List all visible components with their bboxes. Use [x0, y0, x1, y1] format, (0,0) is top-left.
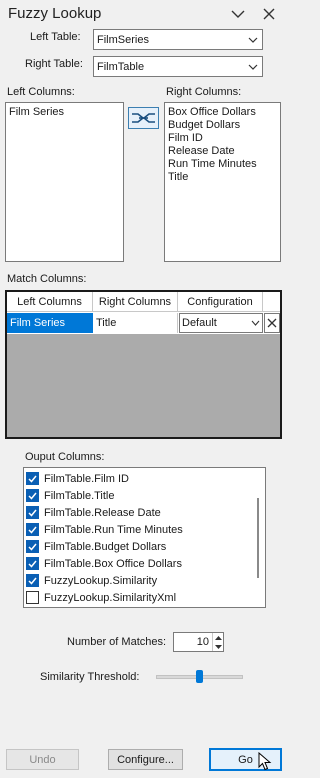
chevron-down-icon — [244, 30, 262, 49]
mouse-cursor-icon — [258, 752, 272, 771]
link-icon — [132, 113, 155, 123]
right-columns-list[interactable]: Box Office Dollars Budget Dollars Film I… — [164, 102, 281, 262]
right-columns-label: Right Columns: — [166, 86, 242, 98]
output-column-item[interactable]: FilmTable.Film ID — [26, 470, 265, 487]
output-column-item[interactable]: FilmTable.Budget Dollars — [26, 538, 265, 555]
close-icon[interactable] — [259, 4, 279, 24]
undo-button[interactable]: Undo — [6, 749, 79, 770]
left-columns-list[interactable]: Film Series — [5, 102, 124, 262]
list-item[interactable]: Budget Dollars — [168, 119, 277, 132]
chevron-down-icon[interactable] — [228, 4, 248, 24]
list-item[interactable]: Film ID — [168, 132, 277, 145]
match-columns-label: Match Columns: — [7, 273, 87, 285]
checkbox[interactable] — [26, 540, 39, 553]
output-column-label: FilmTable.Title — [44, 489, 115, 502]
link-columns-button[interactable] — [128, 107, 159, 129]
grid-empty-area — [7, 334, 280, 437]
grid-header-configuration[interactable]: Configuration — [178, 292, 263, 312]
left-table-select[interactable]: FilmSeries — [93, 29, 263, 50]
output-column-item[interactable]: FilmTable.Run Time Minutes — [26, 521, 265, 538]
checkbox[interactable] — [26, 489, 39, 502]
output-column-item[interactable]: FilmTable.Box Office Dollars — [26, 555, 265, 572]
slider-thumb[interactable] — [196, 670, 203, 683]
spin-down-icon[interactable] — [214, 644, 222, 649]
number-of-matches-label: Number of Matches: — [67, 636, 167, 648]
output-column-label: FuzzyLookup.Similarity — [44, 574, 158, 587]
checkbox[interactable] — [26, 557, 39, 570]
output-columns-label: Ouput Columns: — [25, 451, 105, 463]
checkbox[interactable] — [26, 591, 39, 604]
output-column-item[interactable]: FuzzyLookup.Similarity — [26, 572, 265, 589]
grid-header-right-columns[interactable]: Right Columns — [93, 292, 178, 312]
right-table-value: FilmTable — [97, 60, 145, 73]
checkbox[interactable] — [26, 506, 39, 519]
output-column-label: FilmTable.Box Office Dollars — [44, 557, 182, 570]
output-column-item[interactable]: FuzzyLookup.SimilarityXml — [26, 589, 265, 606]
right-table-label: Right Table: — [25, 58, 83, 70]
output-column-item[interactable]: FilmTable.Release Date — [26, 504, 265, 521]
similarity-threshold-label: Similarity Threshold: — [40, 671, 140, 683]
output-column-label: FilmTable.Budget Dollars — [44, 540, 167, 553]
list-item[interactable]: Title — [168, 171, 277, 184]
list-item[interactable]: Run Time Minutes — [168, 158, 277, 171]
grid-cell-right[interactable]: Title — [93, 313, 178, 333]
left-columns-label: Left Columns: — [7, 86, 75, 98]
grid-header-spacer — [263, 292, 280, 312]
match-columns-grid[interactable]: Left Columns Right Columns Configuration… — [5, 290, 282, 439]
spin-up-icon[interactable] — [214, 635, 222, 640]
output-column-label: FuzzyLookup.SimilarityXml — [44, 591, 177, 604]
configure-button[interactable]: Configure... — [108, 749, 183, 770]
output-column-label: FilmTable.Run Time Minutes — [44, 523, 183, 536]
checkbox[interactable] — [26, 574, 39, 587]
output-column-item[interactable]: FilmTable.Title — [26, 487, 265, 504]
left-table-label: Left Table: — [30, 31, 81, 43]
output-column-label: FilmTable.Film ID — [44, 472, 129, 485]
output-column-label: FilmTable.Release Date — [44, 506, 161, 519]
delete-row-button[interactable] — [264, 313, 280, 333]
configuration-value: Default — [182, 317, 217, 329]
right-table-select[interactable]: FilmTable — [93, 56, 263, 77]
list-item[interactable]: Release Date — [168, 145, 277, 158]
grid-header-left-columns[interactable]: Left Columns — [7, 292, 93, 312]
list-item[interactable]: Film Series — [9, 106, 120, 119]
checkbox[interactable] — [26, 523, 39, 536]
chevron-down-icon — [244, 57, 262, 76]
delete-icon — [267, 318, 277, 328]
output-columns-scrollbar[interactable] — [257, 498, 259, 578]
configuration-select[interactable]: Default — [179, 313, 263, 333]
number-of-matches-stepper[interactable]: 10 — [173, 632, 224, 652]
panel-title: Fuzzy Lookup — [8, 5, 102, 22]
list-item[interactable]: Box Office Dollars — [168, 106, 277, 119]
chevron-down-icon — [248, 320, 262, 326]
checkbox[interactable] — [26, 472, 39, 485]
number-of-matches-value[interactable]: 10 — [174, 636, 212, 648]
left-table-value: FilmSeries — [97, 33, 149, 46]
grid-cell-left[interactable]: Film Series — [7, 313, 93, 333]
output-columns-list[interactable]: FilmTable.Film ID FilmTable.Title FilmTa… — [23, 467, 266, 608]
